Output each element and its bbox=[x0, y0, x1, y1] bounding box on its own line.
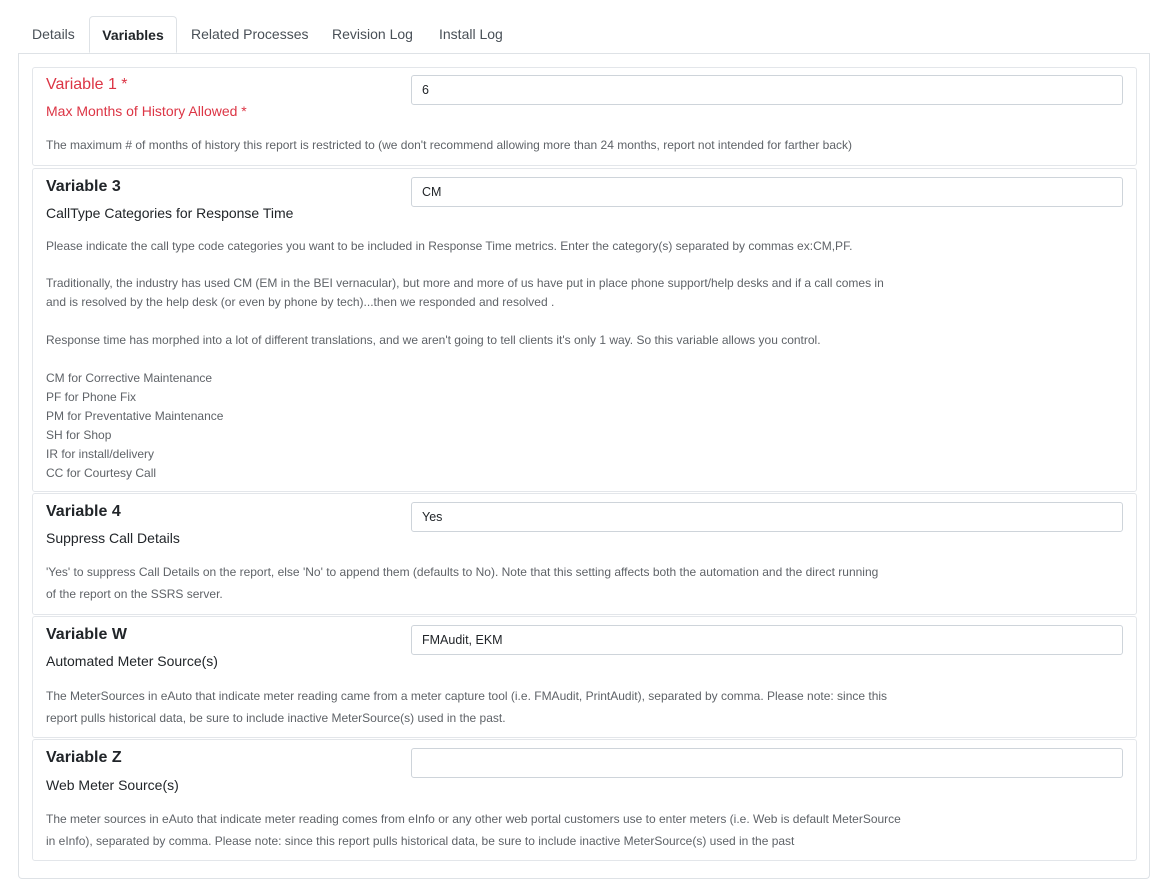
description-line: The maximum # of months of history this … bbox=[46, 138, 852, 152]
variable-card-w: Variable W Automated Meter Source(s) The… bbox=[32, 616, 1137, 738]
variable-card-3: Variable 3 CallType Categories for Respo… bbox=[32, 168, 1137, 492]
variable-z-input[interactable] bbox=[411, 748, 1123, 778]
description-line: report pulls historical data, be sure to… bbox=[46, 710, 506, 725]
description-line: in eInfo), separated by comma. Please no… bbox=[46, 833, 795, 848]
tab-details[interactable]: Details bbox=[32, 16, 75, 53]
variable-title: Variable 1 * bbox=[46, 76, 128, 93]
description-line: Please indicate the call type code categ… bbox=[46, 239, 853, 253]
variable-w-input[interactable] bbox=[411, 625, 1123, 655]
variable-title: Variable Z bbox=[46, 749, 122, 766]
variable-description: The meter sources in eAuto that indicate… bbox=[46, 809, 901, 852]
variable-subtitle: Web Meter Source(s) bbox=[46, 777, 179, 793]
tab-install-log[interactable]: Install Log bbox=[439, 16, 503, 53]
variable-subtitle: CallType Categories for Response Time bbox=[46, 205, 294, 221]
description-line: and is resolved by the help desk (or eve… bbox=[46, 295, 555, 309]
description-line: The meter sources in eAuto that indicate… bbox=[46, 812, 901, 826]
description-line: Traditionally, the industry has used CM … bbox=[46, 276, 884, 290]
variable-card-1: Variable 1 * Max Months of History Allow… bbox=[32, 67, 1137, 166]
variable-subtitle: Automated Meter Source(s) bbox=[46, 653, 218, 669]
tab-bar: Details Variables Related Processes Revi… bbox=[18, 16, 1150, 54]
variable-title: Variable 3 bbox=[46, 178, 121, 195]
description-line: PM for Preventative Maintenance bbox=[46, 409, 224, 423]
variable-card-4: Variable 4 Suppress Call Details 'Yes' t… bbox=[32, 493, 1137, 615]
variable-card-z: Variable Z Web Meter Source(s) The meter… bbox=[32, 739, 1137, 861]
description-line: 'Yes' to suppress Call Details on the re… bbox=[46, 565, 879, 579]
variable-title: Variable W bbox=[46, 626, 127, 643]
variable-description: The MeterSources in eAuto that indicate … bbox=[46, 686, 887, 729]
description-line: The MeterSources in eAuto that indicate … bbox=[46, 689, 888, 703]
description-line: SH for Shop bbox=[46, 428, 112, 442]
tab-variables[interactable]: Variables bbox=[89, 16, 177, 53]
variable-4-input[interactable] bbox=[411, 502, 1123, 532]
variable-subtitle: Suppress Call Details bbox=[46, 530, 180, 546]
variable-description: Please indicate the call type code categ… bbox=[46, 237, 884, 483]
description-line: IR for install/delivery bbox=[46, 447, 155, 461]
tab-related-processes[interactable]: Related Processes bbox=[191, 16, 309, 53]
tab-revision-log[interactable]: Revision Log bbox=[332, 16, 413, 53]
description-line: PF for Phone Fix bbox=[46, 390, 137, 404]
variable-description: 'Yes' to suppress Call Details on the re… bbox=[46, 562, 878, 605]
variable-description: The maximum # of months of history this … bbox=[46, 136, 852, 155]
description-line: CC for Courtesy Call bbox=[46, 466, 157, 480]
description-line: CM for Corrective Maintenance bbox=[46, 371, 213, 385]
variable-3-input[interactable] bbox=[411, 177, 1123, 207]
description-line: of the report on the SSRS server. bbox=[46, 586, 223, 601]
variable-title: Variable 4 bbox=[46, 503, 121, 520]
variable-1-input[interactable] bbox=[411, 75, 1123, 105]
description-line: Response time has morphed into a lot of … bbox=[46, 333, 821, 347]
variable-subtitle: Max Months of History Allowed * bbox=[46, 103, 247, 119]
